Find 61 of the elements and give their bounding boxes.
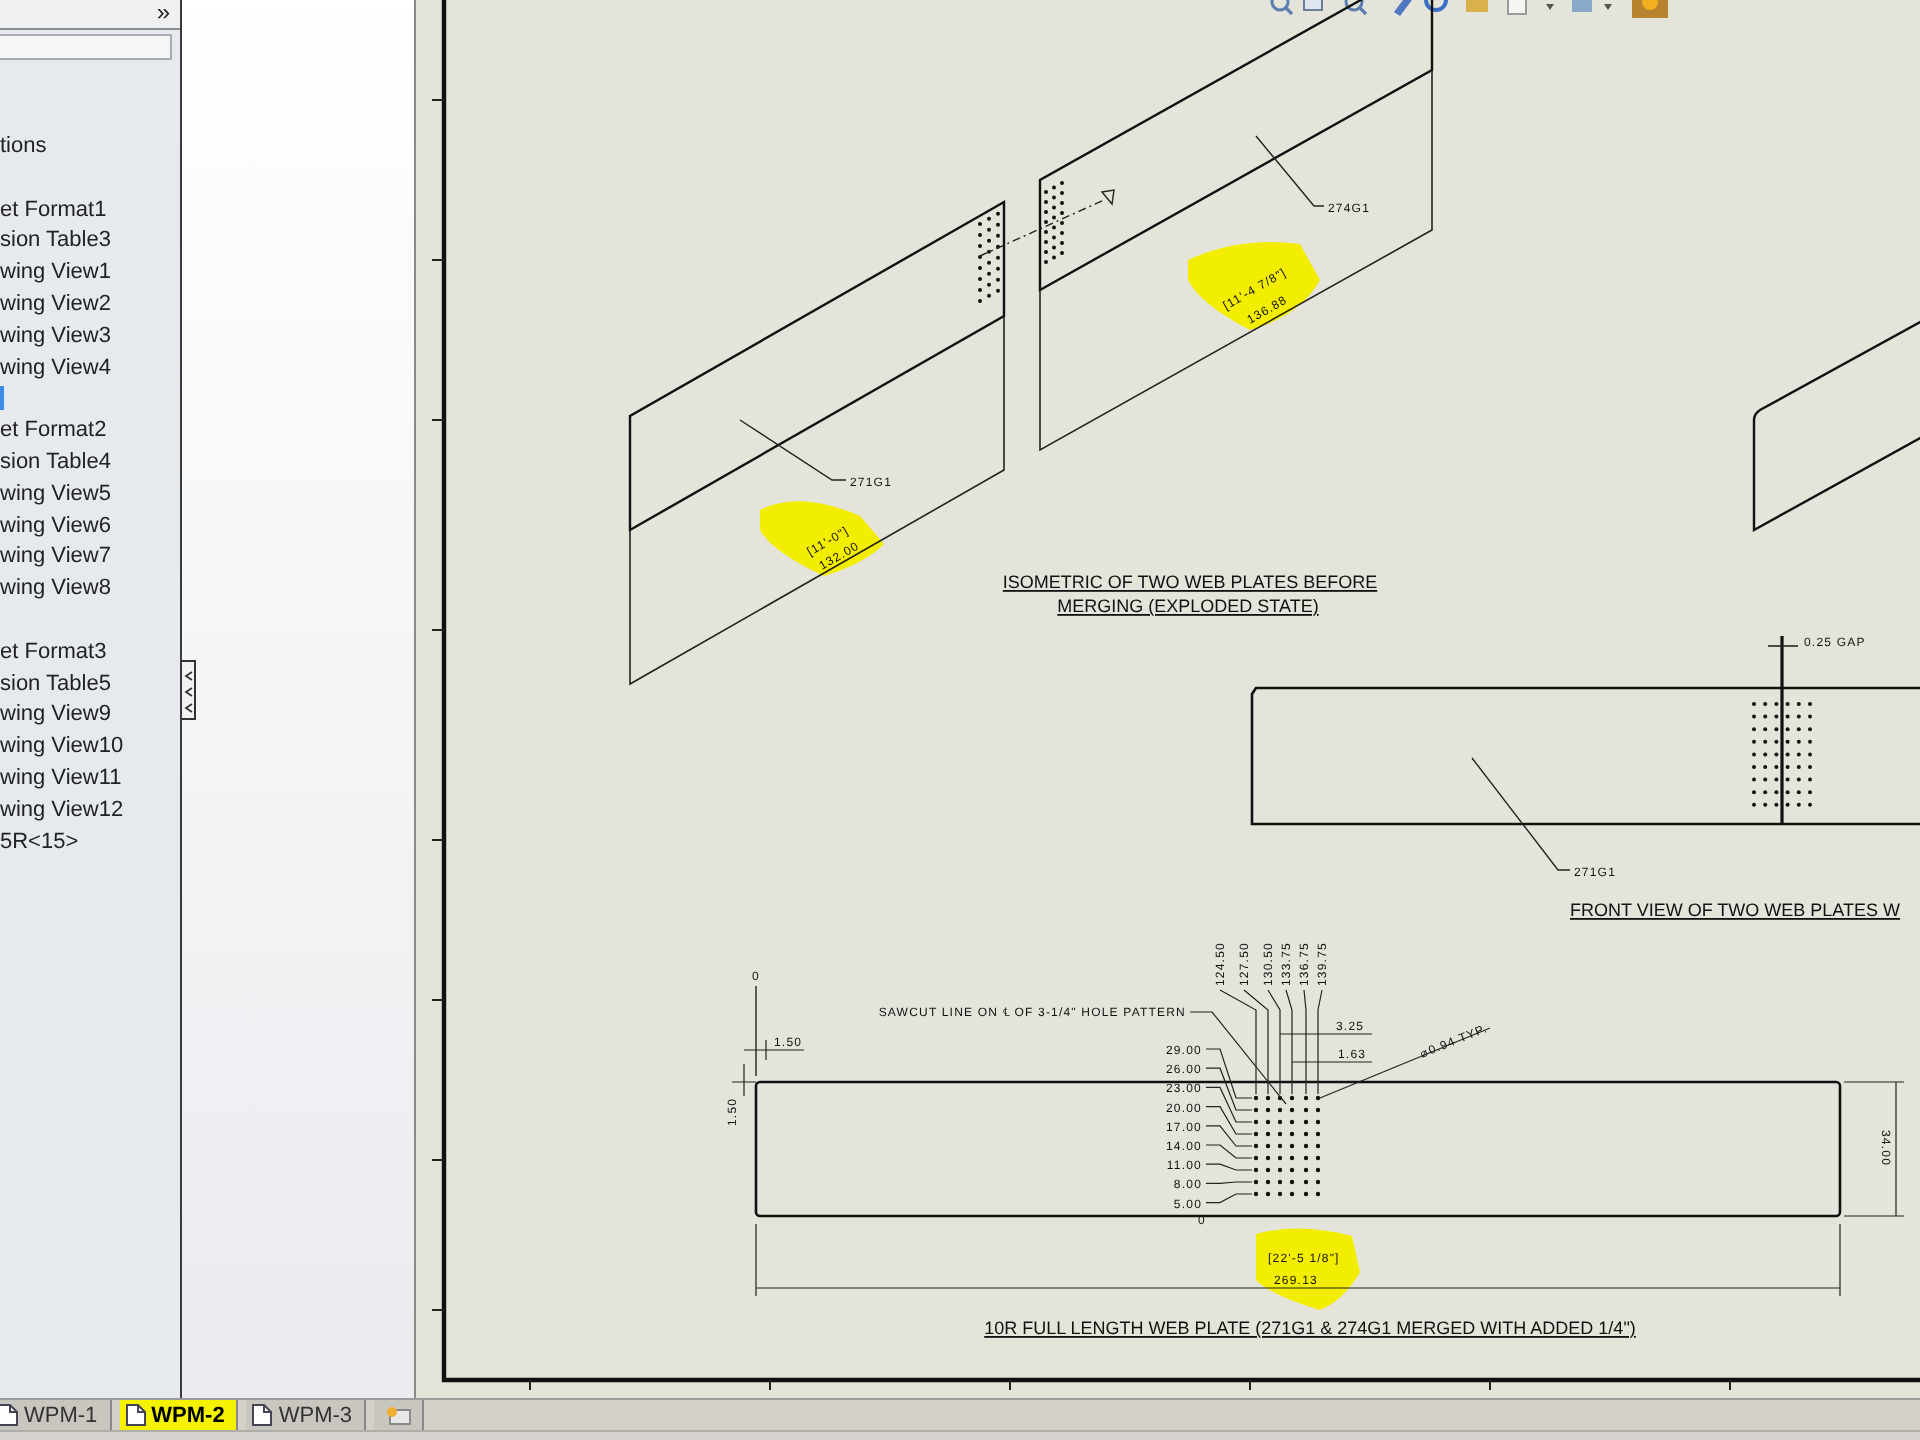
view-caption: MERGING (EXPLODED STATE) xyxy=(1057,596,1319,616)
center-line xyxy=(979,199,1105,257)
pencil-icon[interactable] xyxy=(1394,0,1412,16)
tree-item[interactable]: wing View12 xyxy=(0,795,180,828)
rotate-icon[interactable] xyxy=(1424,0,1448,12)
view-caption: FRONT VIEW OF TWO WEB PLATES W xyxy=(1570,900,1901,920)
hole-pattern xyxy=(978,211,1000,303)
tree-item[interactable]: wing View8 xyxy=(0,574,180,606)
sheet-tab[interactable]: WPM-3 xyxy=(246,1400,367,1430)
leader-line xyxy=(739,419,847,481)
leader-line xyxy=(1303,989,1307,1095)
leader-line xyxy=(1471,757,1571,871)
splitter-handle[interactable] xyxy=(182,660,196,720)
tree-item[interactable]: wing View6 xyxy=(0,511,180,543)
leader-line xyxy=(1205,1163,1253,1171)
dropdown-icon[interactable] xyxy=(1604,4,1612,10)
sheet-tab[interactable]: WPM-1 xyxy=(0,1400,112,1430)
tree-item[interactable]: sion Table3 xyxy=(0,226,180,259)
tree-item[interactable]: et Format1 xyxy=(0,195,180,227)
sheet-icon xyxy=(125,1404,146,1426)
appearance-icon[interactable] xyxy=(1632,0,1668,18)
tree-item[interactable]: wing View10 xyxy=(0,732,180,764)
tree-item[interactable]: et Format2 xyxy=(0,416,180,448)
tree-item[interactable]: wing View5 xyxy=(0,479,180,512)
dimension-line xyxy=(1291,1061,1373,1063)
tree-item[interactable]: 5R<15> xyxy=(0,827,180,859)
view-caption: ISOMETRIC OF TWO WEB PLATES BEFORE xyxy=(1002,572,1378,592)
hole-pattern xyxy=(1752,702,1812,807)
tree-item[interactable]: et Format3 xyxy=(0,637,180,670)
zoom-icon[interactable] xyxy=(1344,0,1368,16)
tree-item[interactable]: wing View4 xyxy=(0,353,180,385)
add-sheet-icon xyxy=(384,1405,413,1425)
page-icon[interactable] xyxy=(1507,0,1527,15)
extension-line xyxy=(755,985,757,1077)
tree-item[interactable]: sion Table4 xyxy=(0,447,180,480)
tree-item[interactable]: wing View3 xyxy=(0,321,180,354)
view-caption: 10R FULL LENGTH WEB PLATE (271G1 & 274G1 MERGED WITH ADDED 1/4") xyxy=(984,1318,1636,1338)
tree-item[interactable]: wing View11 xyxy=(0,763,180,796)
leader-line xyxy=(1205,1181,1253,1184)
leader-line xyxy=(1255,135,1325,207)
tree-item[interactable]: wing View1 xyxy=(0,258,180,290)
plane-marker-icon xyxy=(1100,189,1115,206)
tree-item[interactable]: wing View2 xyxy=(0,289,180,322)
tree-item[interactable]: wing View7 xyxy=(0,542,180,575)
expand-panel-button[interactable]: » xyxy=(156,0,180,28)
dimension-line xyxy=(1843,1081,1905,1217)
hole-pattern xyxy=(1253,1095,1321,1197)
tree-item[interactable]: wing View9 xyxy=(0,700,180,733)
leader-line xyxy=(1205,1193,1253,1204)
add-sheet-button[interactable] xyxy=(374,1400,425,1430)
dimension-line xyxy=(1279,1033,1373,1035)
sheet-icon xyxy=(0,1404,18,1426)
zoom-area-icon[interactable] xyxy=(1303,0,1323,11)
hole-pattern xyxy=(1044,180,1064,264)
filter-field[interactable] xyxy=(0,34,172,60)
sheet-icon xyxy=(252,1404,273,1426)
tree-item[interactable]: sion Table5 xyxy=(0,669,180,701)
dimension-line xyxy=(1767,645,1799,647)
sheet-tab[interactable]: WPM-2 xyxy=(119,1400,239,1430)
tree-item[interactable]: tions xyxy=(0,132,180,164)
dropdown-icon[interactable] xyxy=(1546,4,1554,10)
